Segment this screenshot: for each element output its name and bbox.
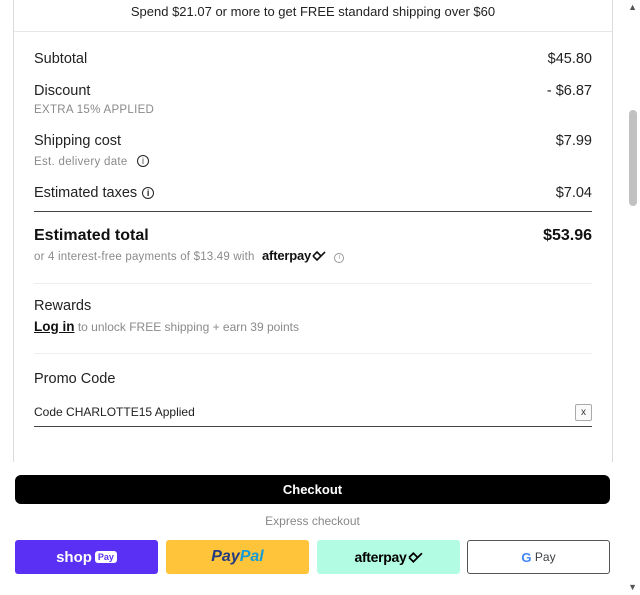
- total-label: Estimated total: [34, 227, 149, 244]
- taxes-value: $7.04: [555, 185, 592, 201]
- shop-pay-badge: Pay: [94, 551, 117, 563]
- remove-promo-button[interactable]: x: [575, 404, 592, 421]
- google-pay-button[interactable]: G Pay: [467, 540, 610, 574]
- info-circle-icon[interactable]: i: [137, 155, 150, 167]
- total-value: $53.96: [543, 227, 592, 244]
- promo-code-field[interactable]: Code CHARLOTTE15 Applied x: [34, 400, 592, 427]
- scroll-down-arrow-icon[interactable]: ▼: [628, 582, 637, 592]
- afterpay-logo: afterpay: [262, 248, 326, 263]
- shipping-label: Shipping cost: [34, 133, 122, 149]
- promo-title: Promo Code: [34, 371, 116, 387]
- rewards-title: Rewards: [34, 298, 92, 314]
- info-circle-icon[interactable]: i: [334, 253, 345, 263]
- scrollbar-thumb[interactable]: [629, 110, 637, 206]
- promo-applied-text: Code CHARLOTTE15 Applied: [34, 405, 195, 419]
- paypal-button[interactable]: Pay Pal: [166, 540, 309, 574]
- order-summary-panel: Spend $21.07 or more to get FREE standar…: [13, 0, 613, 462]
- afterpay-logo-text: afterpay: [262, 248, 312, 263]
- discount-row: Discount - $6.87: [34, 83, 592, 99]
- afterpay-arrows-icon: [407, 551, 423, 563]
- rewards-text: to unlock FREE shipping + earn 39 points: [77, 320, 299, 334]
- shop-pay-button[interactable]: shop Pay: [15, 540, 158, 574]
- shipping-row: Shipping cost $7.99: [34, 133, 592, 149]
- paypal-wordmark-part2: Pal: [239, 548, 264, 565]
- google-pay-label: Pay: [534, 550, 556, 564]
- shipping-value: $7.99: [555, 133, 592, 149]
- installments-text: or 4 interest-free payments of $13.49 wi…: [34, 251, 255, 263]
- taxes-label: Estimated taxes: [34, 185, 138, 201]
- checkout-button[interactable]: Checkout: [15, 475, 610, 504]
- total-divider: [34, 211, 592, 212]
- rewards-line: Log in to unlock FREE shipping + earn 39…: [34, 319, 299, 334]
- express-checkout-label: Express checkout: [265, 514, 360, 528]
- paypal-wordmark-part1: Pay: [211, 548, 240, 565]
- scroll-up-arrow-icon[interactable]: ▲: [628, 2, 637, 12]
- info-circle-icon[interactable]: i: [142, 187, 155, 199]
- delivery-date-note: Est. delivery date i: [34, 155, 150, 168]
- delivery-date-label: Est. delivery date: [34, 156, 128, 168]
- section-divider: [34, 283, 592, 284]
- subtotal-value: $45.80: [547, 51, 592, 67]
- discount-note: EXTRA 15% APPLIED: [34, 104, 155, 116]
- shop-pay-wordmark: shop: [56, 548, 92, 566]
- subtotal-row: Subtotal $45.80: [34, 51, 592, 67]
- login-link[interactable]: Log in: [34, 319, 75, 334]
- afterpay-arrows-icon: [312, 250, 326, 262]
- google-g-icon: G: [521, 549, 532, 565]
- installments-line: or 4 interest-free payments of $13.49 wi…: [34, 248, 345, 263]
- discount-value: - $6.87: [546, 83, 592, 99]
- subtotal-label: Subtotal: [34, 51, 88, 67]
- section-divider: [34, 353, 592, 354]
- taxes-row: Estimated taxes i $7.04: [34, 185, 592, 201]
- taxes-label-wrap: Estimated taxes i: [34, 185, 155, 201]
- free-shipping-banner: Spend $21.07 or more to get FREE standar…: [14, 0, 612, 32]
- discount-label: Discount: [34, 83, 91, 99]
- afterpay-wordmark: afterpay: [354, 549, 407, 565]
- total-row: Estimated total $53.96: [34, 227, 592, 245]
- afterpay-button[interactable]: afterpay: [317, 540, 460, 574]
